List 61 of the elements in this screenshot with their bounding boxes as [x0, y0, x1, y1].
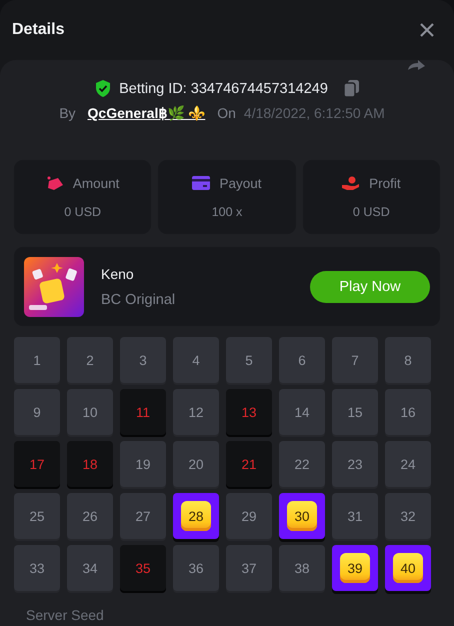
number-tile: 14 — [279, 389, 325, 435]
number-tile: 22 — [279, 441, 325, 487]
number-tile: 17 — [14, 441, 60, 487]
hand-coin-icon — [342, 176, 360, 190]
number-tile: 4 — [173, 337, 219, 383]
number-tile: 3 — [120, 337, 166, 383]
number-tile: 8 — [385, 337, 431, 383]
number-tile: 36 — [173, 545, 219, 591]
number-tile: 5 — [226, 337, 272, 383]
number-tile: 26 — [67, 493, 113, 539]
number-tile: 1 — [14, 337, 60, 383]
number-tile: 37 — [226, 545, 272, 591]
number-tile: 18 — [67, 441, 113, 487]
number-tile: 29 — [226, 493, 272, 539]
server-seed-label: Server Seed — [25, 607, 105, 623]
number-tile: 27 — [120, 493, 166, 539]
number-tile: 35 — [120, 545, 166, 591]
by-label: By — [59, 105, 76, 121]
number-tile: 16 — [385, 389, 431, 435]
stat-value: 0 USD — [352, 204, 390, 218]
copy-icon[interactable] — [344, 80, 359, 97]
number-tile: 24 — [385, 441, 431, 487]
number-tile: 25 — [14, 493, 60, 539]
stat-value: 0 USD — [64, 204, 102, 218]
number-tile: 13 — [226, 389, 272, 435]
stat-label: Amount — [72, 176, 120, 190]
number-tile: 23 — [332, 441, 378, 487]
stat-label: Profit — [369, 176, 401, 190]
betting-id: Betting ID: 33474674457314249 — [119, 80, 328, 96]
gem-number: 30 — [287, 501, 317, 531]
number-tile: 33 — [14, 545, 60, 591]
close-button[interactable] — [418, 21, 436, 39]
number-tile: 38 — [279, 545, 325, 591]
number-tile: 21 — [226, 441, 272, 487]
number-tile: 32 — [385, 493, 431, 539]
on-label: On — [217, 105, 236, 121]
number-tile: 11 — [120, 389, 166, 435]
game-provider: BC Original — [101, 292, 176, 308]
card-icon — [192, 176, 210, 190]
user-link[interactable]: QcGeneral฿🌿 ⚜ — [88, 105, 206, 121]
number-tile: 7 — [332, 337, 378, 383]
bet-date: 4/18/2022, 6:12:50 AM — [244, 105, 385, 121]
gem-number: 40 — [393, 553, 423, 583]
number-tile: 31 — [332, 493, 378, 539]
share-icon[interactable] — [406, 60, 426, 70]
gem-number: 39 — [340, 553, 370, 583]
gem-number: 28 — [181, 501, 211, 531]
stat-value: 100 x — [212, 204, 242, 218]
game-name: Keno — [101, 266, 135, 282]
dialog-title: Details — [12, 21, 64, 39]
number-tile: 15 — [332, 389, 378, 435]
number-tile: 2 — [67, 337, 113, 383]
number-tile: 10 — [67, 389, 113, 435]
number-tile: 19 — [120, 441, 166, 487]
number-tile: 6 — [279, 337, 325, 383]
stat-label: Payout — [219, 176, 262, 190]
number-tile: 20 — [173, 441, 219, 487]
number-tile: 34 — [67, 545, 113, 591]
shield-check-icon — [95, 80, 112, 97]
number-tile: 9 — [14, 389, 60, 435]
number-tile: 12 — [173, 389, 219, 435]
